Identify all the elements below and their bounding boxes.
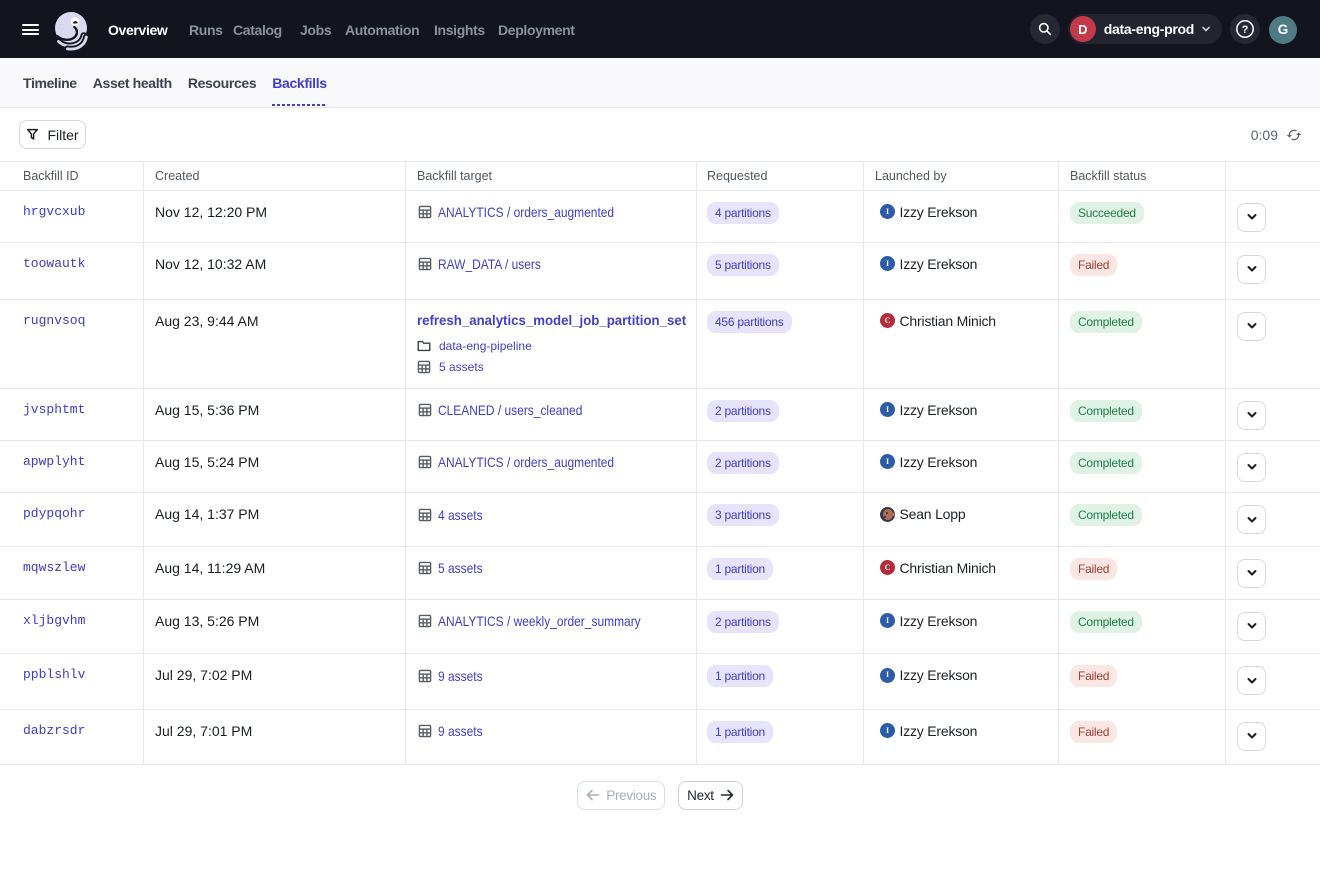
svg-text:?: ? (1242, 24, 1249, 36)
